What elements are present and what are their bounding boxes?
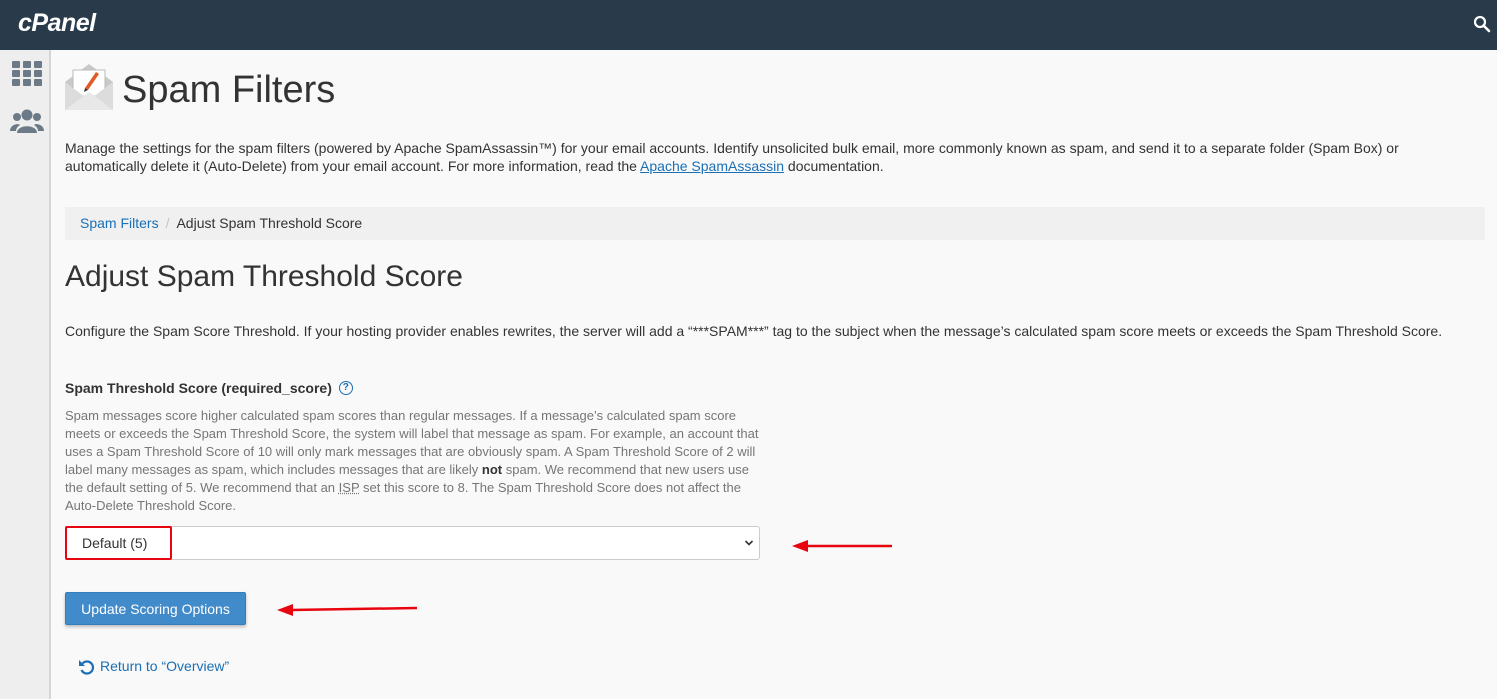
help-icon[interactable]: ? (338, 381, 353, 396)
cpanel-logo[interactable]: cPanel (18, 9, 96, 38)
section-title: Adjust Spam Threshold Score (65, 260, 463, 293)
search-icon[interactable] (1473, 15, 1491, 33)
chevron-down-icon (744, 540, 754, 546)
sidebar (0, 50, 51, 699)
section-description: Configure the Spam Score Threshold. If y… (65, 323, 1443, 339)
apache-spamassassin-link[interactable]: Apache SpamAssassin (640, 158, 784, 174)
return-link-label: Return to “Overview” (100, 658, 230, 674)
page-title: Spam Filters (122, 69, 336, 111)
undo-icon (79, 660, 94, 675)
intro-text-suffix: documentation. (784, 158, 884, 174)
highlight-box (65, 526, 172, 560)
help-text-bold: not (481, 462, 503, 477)
red-arrow-annotation (277, 604, 418, 616)
intro-text: Manage the settings for the spam filters… (65, 139, 1475, 175)
breadcrumb-spam-filters[interactable]: Spam Filters (80, 215, 159, 231)
spam-threshold-select[interactable]: Default (5) (65, 526, 760, 560)
spam-threshold-help: Spam messages score higher calculated sp… (65, 407, 760, 515)
grid-icon[interactable] (10, 59, 44, 89)
spam-threshold-label-text: Spam Threshold Score (required_score) (65, 380, 332, 396)
top-bar: cPanel (0, 0, 1497, 50)
spam-threshold-label: Spam Threshold Score (required_score) ? (65, 379, 353, 397)
update-scoring-options-button[interactable]: Update Scoring Options (65, 592, 246, 625)
envelope-spam-icon (65, 64, 113, 110)
users-icon[interactable] (10, 107, 44, 137)
return-to-overview-link[interactable]: Return to “Overview” (77, 655, 229, 677)
breadcrumb-separator: / (165, 215, 170, 231)
red-arrow-annotation (792, 540, 892, 552)
breadcrumb-current: Adjust Spam Threshold Score (176, 215, 363, 231)
breadcrumb: Spam Filters / Adjust Spam Threshold Score (65, 207, 1485, 240)
isp-abbr: ISP (338, 480, 360, 495)
